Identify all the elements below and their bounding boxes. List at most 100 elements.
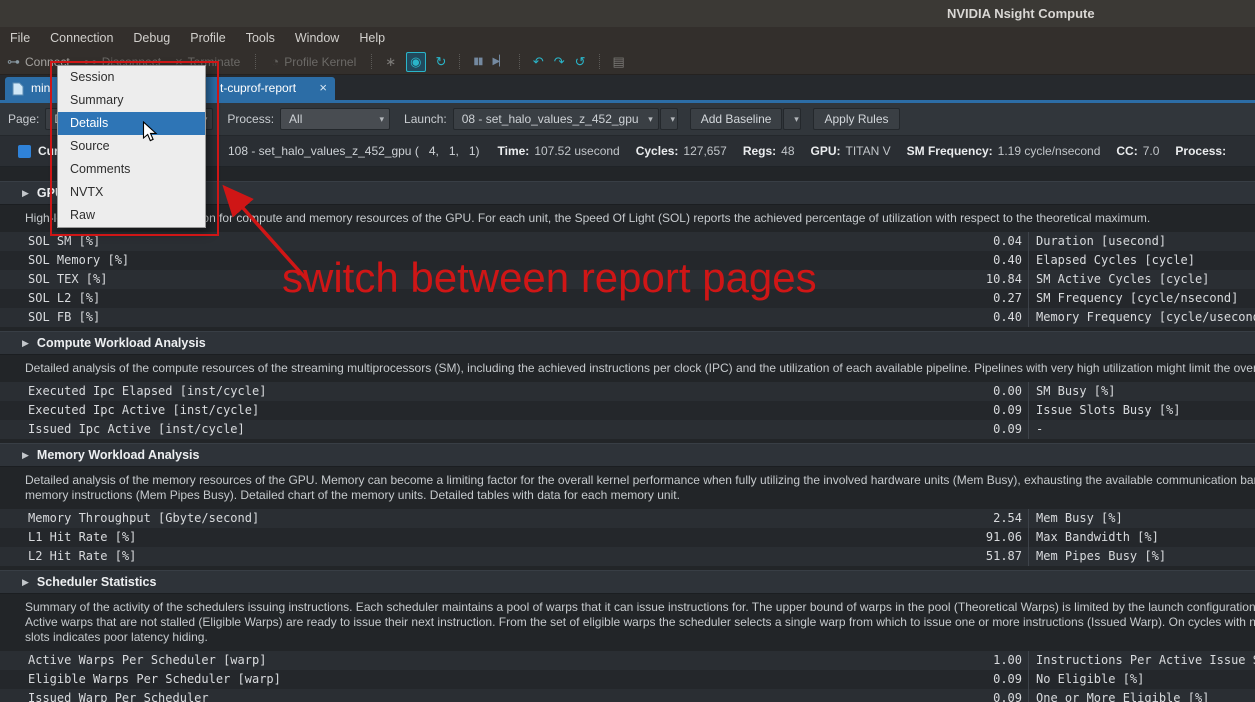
metric-name-2: Max Bandwidth [%]	[1028, 528, 1255, 547]
metric-name: L2 Hit Rate [%]	[0, 547, 728, 566]
metric-value: 1.00	[728, 651, 1022, 670]
table-row: Active Warps Per Scheduler [warp]1.00Ins…	[0, 651, 1255, 670]
chevron-down-icon: ▾	[794, 114, 799, 125]
section-title: Compute Workload Analysis	[37, 336, 206, 350]
run-to-next-range-icon[interactable]: ↺	[575, 53, 586, 71]
toolbar-separator	[519, 54, 520, 69]
launch-select[interactable]: 08 - set_halo_values_z_452_gpu ▾	[453, 108, 659, 130]
process-select-value: All	[289, 112, 302, 126]
toolbar-separator	[599, 54, 600, 69]
metric-name: Executed Ipc Elapsed [inst/cycle]	[0, 382, 728, 401]
expand-triangle-icon: ▶	[22, 450, 29, 461]
tab-label-start: min	[31, 81, 50, 95]
baseline-color-swatch[interactable]	[18, 145, 31, 158]
kernel-stat: SM Frequency:1.19 cycle/nsecond	[907, 144, 1101, 158]
menu-tools[interactable]: Tools	[236, 27, 285, 49]
metric-name-2: No Eligible [%]	[1028, 670, 1255, 689]
table-row: Eligible Warps Per Scheduler [warp]0.09N…	[0, 670, 1255, 689]
apply-rules-button[interactable]: Apply Rules	[813, 108, 899, 130]
titlebar[interactable]: NVIDIA Nsight Compute	[0, 0, 1255, 27]
section-header-scheduler-statistics[interactable]: ▶Scheduler Statistics	[0, 570, 1255, 594]
metrics-table-memory-workload-analysis: Memory Throughput [Gbyte/second]2.54 Mem …	[0, 509, 1255, 566]
metric-value: 0.09	[728, 420, 1022, 439]
process-label: Process:	[227, 112, 274, 126]
step-icon[interactable]: ▶▏	[492, 53, 505, 71]
menu-window[interactable]: Window	[285, 27, 349, 49]
kernel-stat: GPU:TITAN V	[811, 144, 891, 158]
kernel-stat-label: SM Frequency:	[907, 144, 993, 158]
table-row: L2 Hit Rate [%]51.87 Mem Pipes Busy [%]	[0, 547, 1255, 566]
menubar: FileConnectionDebugProfileToolsWindowHel…	[0, 27, 1255, 49]
kernel-stats: 108 - set_halo_values_z_452_gpu ( 4, 1, …	[228, 144, 1255, 158]
section-header-memory-workload-analysis[interactable]: ▶Memory Workload Analysis	[0, 443, 1255, 467]
run-to-next-api-call-icon[interactable]: ↷	[554, 53, 565, 71]
menu-profile[interactable]: Profile	[180, 27, 235, 49]
description-line: Active warps that are not stalled (Eligi…	[25, 615, 1255, 630]
gauge-icon: ◔	[271, 54, 279, 69]
chevron-down-icon: ▾	[648, 114, 653, 125]
mouse-cursor	[142, 121, 158, 143]
toolbar-separator	[255, 54, 256, 69]
metric-value: 51.87	[728, 547, 1022, 566]
window-title: NVIDIA Nsight Compute	[947, 0, 1095, 27]
profile-series-icon[interactable]: ∗	[385, 53, 396, 71]
expand-triangle-icon: ▶	[22, 577, 29, 588]
run-to-next-kernel-icon[interactable]: ↶	[533, 53, 544, 71]
metric-name-2: Instructions Per Active Issue Slot [inst…	[1028, 651, 1255, 670]
expand-triangle-icon: ▶	[22, 338, 29, 349]
api-stream-icon[interactable]: ▤	[613, 53, 625, 71]
metrics-table-scheduler-statistics: Active Warps Per Scheduler [warp]1.00Ins…	[0, 651, 1255, 702]
kernel-stat: Time:107.52 usecond	[498, 144, 620, 158]
expand-triangle-icon: ▶	[22, 188, 29, 199]
metric-value: 0.00	[728, 382, 1022, 401]
kernel-stat-label: CC:	[1116, 144, 1137, 158]
metric-name-2: Duration [usecond]	[1028, 232, 1255, 251]
metric-name-2: Elapsed Cycles [cycle]	[1028, 251, 1255, 270]
metric-name: Memory Throughput [Gbyte/second]	[0, 509, 728, 528]
table-row: Memory Throughput [Gbyte/second]2.54Mem …	[0, 509, 1255, 528]
menu-debug[interactable]: Debug	[123, 27, 180, 49]
kernel-stat-value: 7.0	[1143, 144, 1160, 158]
metric-value: 0.04	[728, 232, 1022, 251]
kernel-stat-value: 127,657	[683, 144, 726, 158]
description-line: Summary of the activity of the scheduler…	[25, 600, 1255, 615]
launch-dropdown-button[interactable]: ▾	[660, 108, 678, 130]
page-label: Page:	[8, 112, 39, 126]
description-line: Detailed analysis of the compute resourc…	[25, 361, 1255, 376]
process-select[interactable]: All ▾	[280, 108, 390, 130]
menu-file[interactable]: File	[0, 27, 40, 49]
metric-name-2: SM Frequency [cycle/nsecond]	[1028, 289, 1255, 308]
chevron-down-icon: ▾	[380, 114, 385, 125]
kernel-stat: Cycles:127,657	[636, 144, 727, 158]
table-row: Issued Warp Per Scheduler0.09One or More…	[0, 689, 1255, 702]
metric-value: 0.09	[728, 401, 1022, 420]
table-row: L1 Hit Rate [%]91.06Max Bandwidth [%]	[0, 528, 1255, 547]
auto-profile-icon[interactable]: ◉	[406, 52, 425, 72]
kernel-stat-value: TITAN V	[846, 144, 891, 158]
add-baseline-button[interactable]: Add Baseline	[690, 108, 783, 130]
table-row: Executed Ipc Active [inst/cycle]0.09Issu…	[0, 401, 1255, 420]
metric-name-2: Issue Slots Busy [%]	[1028, 401, 1255, 420]
kernel-name: 108 - set_halo_values_z_452_gpu ( 4, 1, …	[228, 144, 480, 158]
pause-icon[interactable]: ▮▮	[473, 53, 482, 71]
kernel-stat-label: Time:	[498, 144, 530, 158]
description-line: Detailed analysis of the memory resource…	[25, 473, 1255, 488]
kernel-stat-label: Process:	[1175, 144, 1226, 158]
metric-name-2: Mem Pipes Busy [%]	[1028, 547, 1255, 566]
section-header-compute-workload-analysis[interactable]: ▶ Compute Workload Analysis	[0, 331, 1255, 355]
menu-help[interactable]: Help	[349, 27, 395, 49]
metric-name: Eligible Warps Per Scheduler [warp]	[0, 670, 728, 689]
metrics-table-compute-workload-analysis: Executed Ipc Elapsed [inst/cycle]0.00SM …	[0, 382, 1255, 439]
profile-kernel-button[interactable]: ◔ Profile Kernel	[271, 54, 356, 69]
tab-close-icon[interactable]: ×	[319, 80, 327, 95]
profile-kernel-label: Profile Kernel	[284, 55, 356, 69]
metric-value: 0.40	[728, 308, 1022, 327]
baseline-dropdown-button[interactable]: ▾	[783, 108, 801, 130]
section-description-compute-workload-analysis: Detailed analysis of the compute resourc…	[25, 361, 1255, 376]
kernel-stat: Regs:48	[743, 144, 795, 158]
toolbar-separator	[371, 54, 372, 69]
interactive-profile-icon[interactable]: ↻	[436, 53, 447, 71]
tab-label-end: t-cuprof-report	[220, 81, 296, 95]
menu-connection[interactable]: Connection	[40, 27, 123, 49]
metric-value: 2.54	[728, 509, 1022, 528]
